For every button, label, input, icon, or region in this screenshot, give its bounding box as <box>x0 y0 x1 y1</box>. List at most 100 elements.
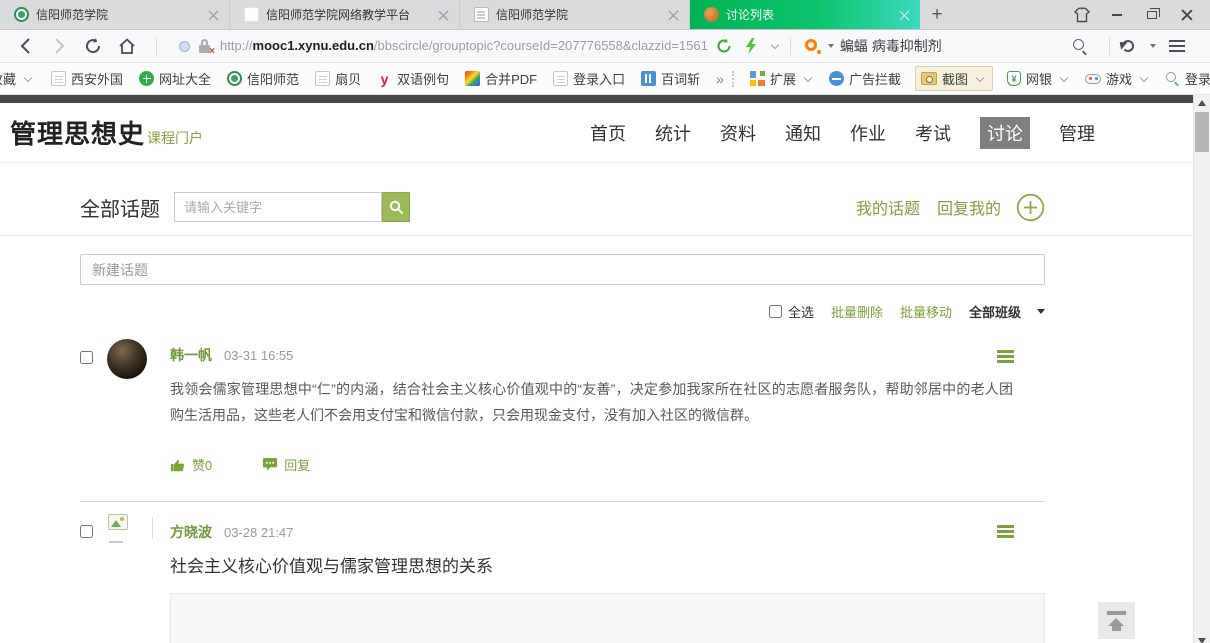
tab-close-icon[interactable] <box>208 9 219 20</box>
insecure-lock-icon: × <box>198 39 212 54</box>
post-checkbox[interactable] <box>80 351 93 364</box>
tool-label: 广告拦截 <box>849 69 901 88</box>
post-options-icon[interactable] <box>997 350 1014 363</box>
page-scrollbar[interactable] <box>1193 95 1210 643</box>
plus-circle-icon <box>1016 193 1045 222</box>
bookmark-youdao[interactable]: y 双语例句 <box>377 69 449 88</box>
like-button[interactable]: 赞0 <box>170 455 212 474</box>
nav-exams[interactable]: 考试 <box>915 120 951 146</box>
post-title[interactable]: 社会主义核心价值观与儒家管理思想的关系 <box>170 552 1045 577</box>
nav-notices[interactable]: 通知 <box>785 120 821 146</box>
reply-label: 回复 <box>284 455 310 474</box>
post-author[interactable]: 方晓波 <box>170 522 212 542</box>
bookmark-login-portal[interactable]: 登录入口 <box>553 69 625 88</box>
menu-button[interactable] <box>1164 33 1190 59</box>
url-field[interactable]: × http://mooc1.xynu.edu.cn/bbscircle/gro… <box>165 38 708 54</box>
reply-button[interactable]: 回复 <box>262 455 310 474</box>
tab-close-icon[interactable] <box>438 9 449 20</box>
browser-window: 信阳师范学院 信阳师范学院网络教学平台 信阳师范学院 讨论列表 + <box>0 0 1210 95</box>
new-tab-button[interactable]: + <box>920 0 954 29</box>
new-topic-input[interactable] <box>80 254 1045 285</box>
search-engine-logo-icon[interactable] <box>805 38 821 54</box>
forward-button[interactable] <box>46 33 72 59</box>
minimize-button[interactable] <box>1104 4 1130 26</box>
url-path: /bbscircle/grouptopic?courseId=207776558… <box>374 38 708 53</box>
nav-home[interactable]: 首页 <box>590 120 626 146</box>
scroll-up-arrow-icon[interactable] <box>1198 100 1206 106</box>
tab-close-icon[interactable] <box>899 9 910 20</box>
scrollbar-thumb[interactable] <box>1195 112 1209 152</box>
tab-3[interactable]: 信阳师范学院 <box>460 0 690 29</box>
bookmark-merge-pdf[interactable]: 合并PDF <box>465 69 537 88</box>
scroll-down-arrow-icon[interactable] <box>1198 638 1206 643</box>
batch-move-link[interactable]: 批量移动 <box>900 302 952 321</box>
reload-button[interactable] <box>80 33 106 59</box>
post-author[interactable]: 韩一帆 <box>170 345 212 365</box>
nav-discussion-active[interactable]: 讨论 <box>980 117 1030 149</box>
undo-caret-icon[interactable] <box>1150 44 1156 48</box>
skin-button[interactable] <box>1069 4 1095 26</box>
search-button[interactable] <box>382 192 410 222</box>
tab-2[interactable]: 信阳师范学院网络教学平台 <box>230 0 460 29</box>
divider <box>1109 37 1110 55</box>
speed-mode-icon[interactable] <box>742 33 760 59</box>
bookmark-xynu[interactable]: 信阳师范 <box>227 69 299 88</box>
tab-1[interactable]: 信阳师范学院 <box>0 0 230 29</box>
batch-delete-link[interactable]: 批量删除 <box>831 302 883 321</box>
bookmark-shanbay[interactable]: 扇贝 <box>315 69 361 88</box>
hot-search-suggestion[interactable]: 蝙蝠 病毒抑制剂 <box>840 36 942 56</box>
class-filter-dropdown[interactable]: 全部班级 <box>969 302 1045 321</box>
bookmarks-overflow-button[interactable]: » <box>716 71 724 87</box>
back-to-top-button[interactable] <box>1098 602 1135 639</box>
restore-button[interactable] <box>1139 4 1165 26</box>
avatar[interactable] <box>107 339 147 379</box>
bookmark-site-directory[interactable]: 网址大全 <box>139 69 211 88</box>
extensions-menu[interactable]: 扩展 <box>750 69 815 88</box>
bookmark-xisu[interactable]: 西安外国 <box>51 69 123 88</box>
bookmark-baicizhan[interactable]: 百词斩 <box>641 69 700 88</box>
course-portal-link[interactable]: 课程门户 <box>147 128 203 148</box>
tab-close-icon[interactable] <box>668 9 679 20</box>
favorites-menu[interactable]: 收藏 <box>0 69 35 88</box>
tab-title: 信阳师范学院 <box>36 6 202 23</box>
bookmark-label: 登录入口 <box>573 69 625 88</box>
window-controls <box>1069 0 1210 29</box>
topics-heading: 全部话题 <box>80 193 160 222</box>
site-info-icon[interactable] <box>179 41 190 52</box>
nav-statistics[interactable]: 统计 <box>655 120 691 146</box>
nav-manage[interactable]: 管理 <box>1059 120 1095 146</box>
avatar-broken[interactable] <box>107 513 147 553</box>
home-button[interactable] <box>114 33 140 59</box>
replies-to-me-link[interactable]: 回复我的 <box>937 195 1001 219</box>
login-keeper-button[interactable]: 登录管家 <box>1165 69 1210 88</box>
post-date: 03-31 16:55 <box>224 348 293 363</box>
screenshot-menu[interactable]: 截图 <box>915 66 993 91</box>
nav-homework[interactable]: 作业 <box>850 120 886 146</box>
close-window-button[interactable] <box>1174 4 1200 26</box>
divider <box>732 71 734 87</box>
nav-materials[interactable]: 资料 <box>720 120 756 146</box>
undo-closed-tab-button[interactable] <box>1118 33 1138 59</box>
games-menu[interactable]: 游戏 <box>1085 69 1151 88</box>
select-all-label: 全选 <box>788 302 814 321</box>
site-badge-icon <box>14 7 29 22</box>
netbank-menu[interactable]: ¥ 网银 <box>1007 69 1071 88</box>
tab-4-active[interactable]: 讨论列表 <box>690 0 920 29</box>
my-topics-link[interactable]: 我的话题 <box>856 195 920 219</box>
page-top-strip <box>0 95 1193 103</box>
new-topic-button[interactable] <box>1016 193 1045 222</box>
adblock-button[interactable]: 广告拦截 <box>829 69 901 88</box>
search-icon[interactable] <box>1067 33 1093 59</box>
select-all-checkbox[interactable] <box>769 305 782 318</box>
chevron-down-icon[interactable] <box>771 41 779 49</box>
url-text[interactable]: http://mooc1.xynu.edu.cn/bbscircle/group… <box>220 38 708 54</box>
extensions-icon <box>750 71 765 86</box>
back-button[interactable] <box>12 33 38 59</box>
post-options-icon[interactable] <box>997 525 1014 538</box>
translate-refresh-icon[interactable] <box>714 33 734 59</box>
chevron-down-icon <box>804 73 812 81</box>
keyword-search-input[interactable] <box>174 192 382 222</box>
school-badge-icon <box>227 71 242 86</box>
search-engine-caret-icon[interactable] <box>828 44 834 48</box>
post-checkbox[interactable] <box>80 525 93 538</box>
